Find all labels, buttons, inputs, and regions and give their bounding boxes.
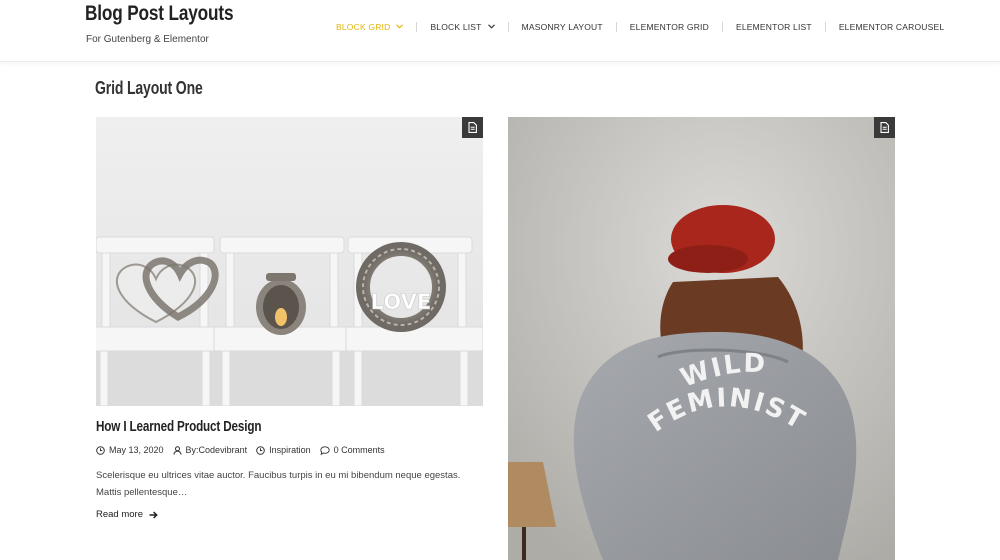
post-thumbnail[interactable]: WILD FEMINIST	[508, 117, 895, 560]
post-date[interactable]: May 13, 2020	[96, 445, 164, 455]
post-author[interactable]: By:Codevibrant	[172, 445, 248, 455]
post-comments-text: 0 Comments	[333, 445, 385, 455]
site-tagline: For Gutenberg & Elementor	[86, 34, 209, 45]
nav-item-label: Block Grid	[336, 22, 391, 32]
post-meta: May 13, 2020 By:Codevibrant Inspiration …	[96, 443, 394, 457]
clock-icon	[256, 445, 265, 455]
nav-item-block-list[interactable]: Block List	[417, 16, 507, 38]
post-excerpt: Scelerisque eu ultrices vitae auctor. Fa…	[96, 470, 461, 498]
nav-item-elementor-grid[interactable]: Elementor Grid	[617, 16, 722, 38]
chevron-down-icon	[396, 23, 404, 31]
post-thumbnail[interactable]: LOVE	[96, 117, 483, 406]
nav-item-label: Block List	[430, 22, 482, 32]
site-title[interactable]: Blog Post Layouts	[85, 2, 234, 26]
nav-item-elementor-carousel[interactable]: Elementor Carousel	[826, 16, 957, 38]
page-title: Grid Layout One	[95, 78, 203, 98]
post-image: WILD FEMINIST	[508, 117, 895, 560]
clock-icon	[96, 445, 105, 455]
user-icon	[172, 445, 182, 455]
post-format-badge[interactable]	[874, 117, 895, 138]
read-more-label: Read more	[96, 509, 143, 520]
site-header: Blog Post Layouts For Gutenberg & Elemen…	[0, 0, 1000, 62]
post-title[interactable]: How I Learned Product Design	[96, 418, 261, 435]
read-more-link[interactable]: Read more	[96, 509, 158, 520]
image-caption: LOVE	[371, 290, 432, 314]
arrow-right-icon	[149, 510, 158, 519]
post-format-badge[interactable]	[462, 117, 483, 138]
main-nav: Block Grid Block List Masonry Layout Ele…	[323, 16, 957, 38]
nav-item-label: Masonry Layout	[521, 22, 603, 32]
nav-item-elementor-list[interactable]: Elementor List	[723, 16, 825, 38]
document-icon	[880, 122, 889, 133]
document-icon	[468, 122, 477, 133]
post-category[interactable]: Inspiration	[256, 445, 311, 455]
nav-item-label: Elementor Carousel	[838, 22, 945, 32]
nav-item-label: Elementor Grid	[629, 22, 709, 32]
chevron-down-icon	[487, 23, 495, 31]
post-category-text: Inspiration	[269, 445, 311, 455]
nav-item-masonry-layout[interactable]: Masonry Layout	[509, 16, 616, 38]
post-author-text: By:Codevibrant	[185, 445, 248, 455]
post-comments[interactable]: 0 Comments	[319, 445, 385, 455]
nav-item-label: Elementor List	[735, 22, 812, 32]
post-image: LOVE	[96, 117, 483, 406]
post-date-text: May 13, 2020	[109, 445, 164, 455]
comment-icon	[319, 445, 330, 455]
nav-item-block-grid[interactable]: Block Grid	[323, 16, 416, 38]
